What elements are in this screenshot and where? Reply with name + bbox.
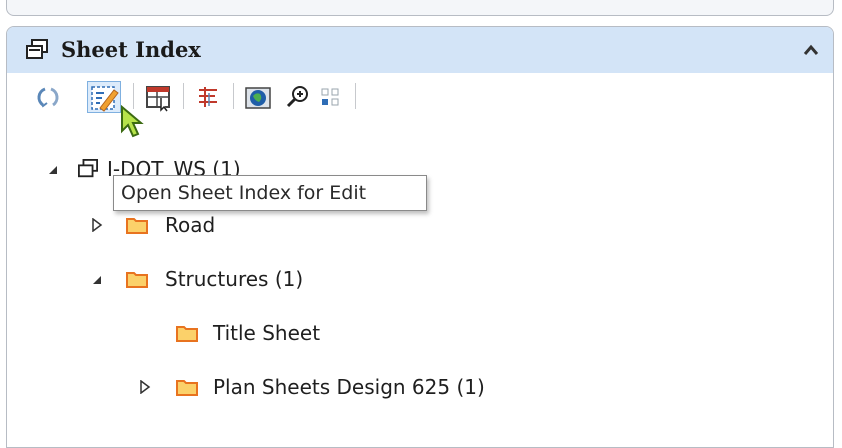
expanded-triangle-icon[interactable] (47, 161, 59, 180)
refresh-icon[interactable] (31, 81, 65, 113)
globe-icon[interactable] (241, 81, 275, 113)
tree-item-plan-sheets[interactable]: Plan Sheets Design 625 (1) (7, 371, 833, 401)
collapsed-triangle-icon[interactable] (139, 379, 151, 398)
panel-title: Sheet Index (61, 37, 201, 62)
table-cursor-icon[interactable] (141, 81, 175, 113)
edit-sheet-icon[interactable] (87, 81, 121, 113)
tree-item-label: Plan Sheets Design 625 (1) (213, 375, 485, 399)
collapsed-triangle-icon[interactable] (91, 217, 103, 236)
chevron-up-icon[interactable] (803, 41, 819, 60)
tree-item-label: Road (165, 213, 216, 237)
grid-icon[interactable] (315, 81, 349, 113)
tree-item-label: Title Sheet (213, 321, 321, 345)
tree-item-road[interactable]: Road (7, 209, 833, 239)
list-tree-icon[interactable] (191, 81, 225, 113)
tree-item-title-sheet[interactable]: Title Sheet (7, 317, 833, 347)
expanded-triangle-icon[interactable] (91, 271, 103, 290)
tree-item-label: Structures (1) (165, 267, 304, 291)
folder-icon (175, 377, 199, 401)
folder-icon (125, 215, 149, 239)
sheet-index-icon (25, 39, 49, 65)
previous-panel-border (6, 0, 834, 16)
sheet-index-icon (77, 159, 99, 183)
folder-icon (125, 269, 149, 293)
sheet-index-panel: Sheet Index I-DOT_WS (1) Road Structures… (6, 26, 834, 448)
tooltip: Open Sheet Index for Edit (113, 175, 427, 211)
tree-item-structures[interactable]: Structures (1) (7, 263, 833, 293)
toolbar (7, 73, 833, 138)
folder-icon (175, 323, 199, 347)
zoom-in-icon[interactable] (281, 81, 315, 113)
panel-header[interactable]: Sheet Index (7, 27, 833, 73)
tooltip-text: Open Sheet Index for Edit (121, 182, 367, 204)
